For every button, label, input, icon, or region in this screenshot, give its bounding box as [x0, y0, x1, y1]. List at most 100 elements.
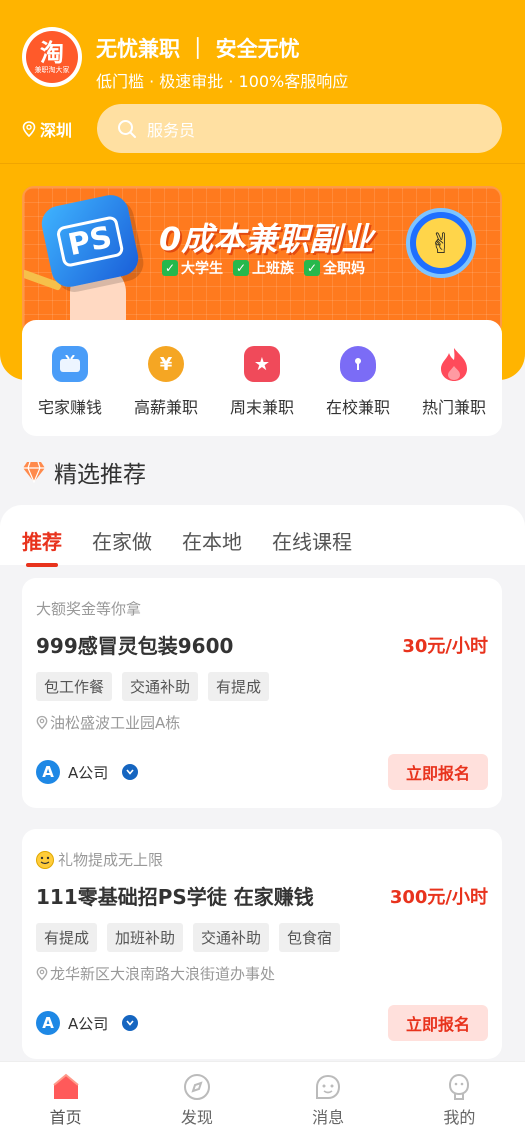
job-tag: 有提成	[36, 923, 98, 952]
fire-icon	[436, 346, 472, 382]
check-icon: ✓	[233, 260, 249, 276]
victory-badge-icon: ✌	[406, 208, 476, 278]
job-card[interactable]: 大额奖金等你拿 999感冒灵包装9600 30元/小时 包工作餐 交通补助 有提…	[22, 578, 502, 808]
category-item-hot[interactable]: 热门兼职	[409, 346, 499, 418]
job-address-text: 油松盛波工业园A栋	[50, 714, 181, 732]
search-placeholder: 服务员	[147, 120, 196, 140]
job-tag: 交通补助	[122, 672, 199, 701]
victory-hand-icon: ✌	[416, 218, 466, 268]
tabbar-label: 我的	[443, 1108, 476, 1127]
bottom-tab-bar: 首页 发现 消息 我的	[0, 1061, 525, 1138]
job-hint: 大额奖金等你拿	[36, 598, 141, 619]
section-title: 精选推荐	[54, 462, 146, 488]
tabbar-item-home[interactable]: 首页	[21, 1072, 111, 1128]
banner-tag: ✓ 大学生	[162, 258, 223, 278]
search-icon	[118, 119, 136, 138]
job-tag: 加班补助	[107, 923, 184, 952]
tv-icon	[52, 346, 88, 382]
job-salary: 30元/小时	[402, 636, 488, 657]
tabbar-item-messages[interactable]: 消息	[283, 1072, 373, 1128]
company-name: A公司	[68, 763, 109, 782]
tabbar-item-discover[interactable]: 发现	[152, 1072, 242, 1128]
tab-online-course[interactable]: 在线课程	[272, 526, 352, 555]
category-label: 热门兼职	[421, 398, 486, 417]
check-icon: ✓	[162, 260, 178, 276]
job-card[interactable]: 礼物提成无上限 111零基础招PS学徒 在家赚钱 300元/小时 有提成 加班补…	[22, 829, 502, 1059]
category-item-weekend[interactable]: ★ 周末兼职	[217, 346, 307, 418]
banner-tag-label: 上班族	[252, 261, 294, 277]
logo-caption: 兼职淘大家	[34, 65, 70, 74]
company-info[interactable]: A A公司	[36, 760, 139, 784]
location-pin-icon	[36, 715, 48, 730]
search-input[interactable]: 服务员	[97, 104, 502, 153]
photoshop-icon: PS	[38, 191, 142, 291]
job-address: 龙华新区大浪南路大浪街道办事处	[36, 963, 275, 984]
banner-tag-label: 全职妈	[323, 261, 365, 277]
job-title: 999感冒灵包装9600	[36, 634, 234, 658]
category-label: 周末兼职	[229, 398, 294, 417]
header-divider	[0, 163, 525, 164]
category-label: 高薪兼职	[133, 398, 198, 417]
company-name: A公司	[68, 1014, 109, 1033]
banner-title: 0成本兼职副业	[159, 220, 374, 258]
category-label: 宅家赚钱	[37, 398, 102, 417]
job-title: 111零基础招PS学徒 在家赚钱	[36, 885, 314, 909]
profile-icon	[449, 1073, 470, 1100]
section-header: 精选推荐	[22, 455, 146, 489]
calendar-icon: ★	[244, 346, 280, 382]
job-address-text: 龙华新区大浪南路大浪街道办事处	[50, 965, 276, 983]
verified-chevron-icon	[122, 764, 139, 780]
yen-icon: ¥	[148, 346, 184, 382]
company-avatar: A	[36, 760, 60, 784]
header-subslogan: 低门槛 · 极速审批 · 100%客服响应	[96, 72, 349, 91]
job-tags: 包工作餐 交通补助 有提成	[36, 672, 270, 701]
apply-button[interactable]: 立即报名	[388, 754, 488, 790]
location-pin-icon	[36, 966, 48, 981]
job-tag: 包食宿	[279, 923, 341, 952]
smile-icon	[36, 850, 54, 869]
banner-tag-label: 大学生	[181, 261, 223, 277]
header-slogan: 无忧兼职 ｜ 安全无忧	[96, 37, 300, 61]
banner-tags: ✓ 大学生 ✓ 上班族 ✓ 全职妈	[162, 258, 365, 278]
category-label: 在校兼职	[325, 398, 390, 417]
home-icon	[52, 1073, 79, 1099]
city-selector[interactable]: 深圳	[22, 117, 72, 141]
diamond-icon	[23, 461, 45, 483]
company-info[interactable]: A A公司	[36, 1011, 139, 1035]
job-hint-text: 大额奖金等你拿	[36, 600, 142, 618]
tabbar-label: 发现	[180, 1108, 213, 1127]
promo-banner[interactable]: PS 0成本兼职副业 ✓ 大学生 ✓ 上班族 ✓ 全职妈 ✌	[22, 186, 502, 336]
category-item-high-pay[interactable]: ¥ 高薪兼职	[121, 346, 211, 418]
tab-recommend[interactable]: 推荐	[22, 526, 62, 567]
tabbar-item-profile[interactable]: 我的	[414, 1072, 504, 1128]
discover-icon	[183, 1074, 210, 1100]
apply-button[interactable]: 立即报名	[388, 1005, 488, 1041]
tab-at-home[interactable]: 在家做	[92, 526, 152, 555]
message-icon	[316, 1074, 341, 1099]
verified-chevron-icon	[122, 1015, 139, 1031]
job-tags: 有提成 加班补助 交通补助 包食宿	[36, 923, 341, 952]
job-tag: 包工作餐	[36, 672, 113, 701]
job-address: 油松盛波工业园A栋	[36, 712, 180, 733]
job-tag: 有提成	[208, 672, 270, 701]
category-grid: 宅家赚钱 ¥ 高薪兼职 ★ 周末兼职 在校兼职 热门兼职	[22, 320, 502, 436]
tab-local[interactable]: 在本地	[182, 526, 242, 555]
banner-tag: ✓ 全职妈	[304, 258, 365, 278]
check-icon: ✓	[304, 260, 320, 276]
city-label: 深圳	[40, 121, 73, 140]
job-hint: 礼物提成无上限	[36, 849, 163, 870]
tabbar-label: 首页	[49, 1108, 82, 1127]
shield-icon	[340, 346, 376, 382]
job-tag: 交通补助	[193, 923, 270, 952]
job-hint-text: 礼物提成无上限	[58, 851, 164, 869]
ps-label: PS	[55, 214, 125, 268]
job-salary: 300元/小时	[389, 887, 488, 908]
tabbar-label: 消息	[312, 1108, 345, 1127]
category-item-home-earning[interactable]: 宅家赚钱	[25, 346, 115, 418]
company-avatar: A	[36, 1011, 60, 1035]
logo-mark: 淘	[40, 38, 64, 67]
app-logo: 淘 兼职淘大家	[22, 27, 82, 87]
category-item-campus[interactable]: 在校兼职	[313, 346, 403, 418]
location-pin-icon	[22, 121, 36, 137]
banner-tag: ✓ 上班族	[233, 258, 294, 278]
